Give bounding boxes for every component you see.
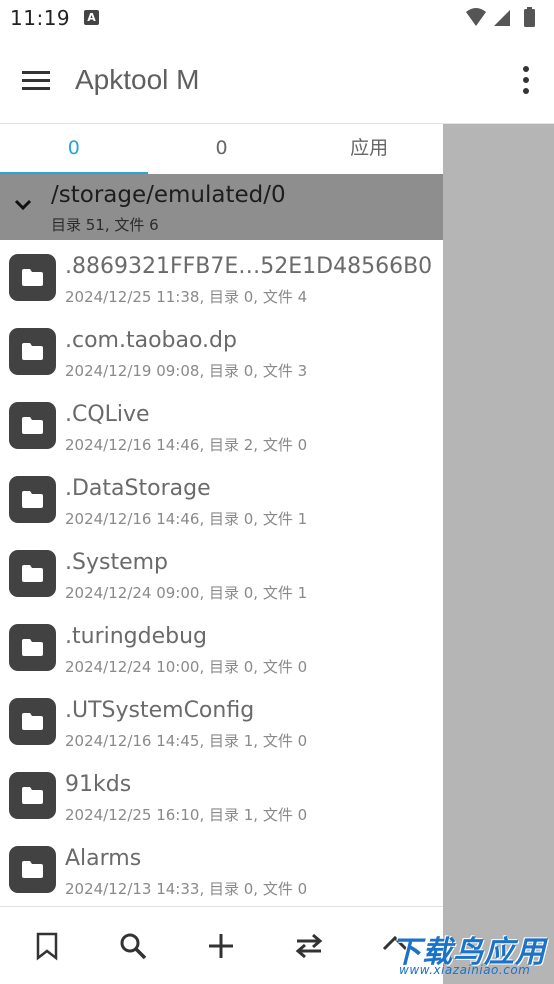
list-item[interactable]: .UTSystemConfig 2024/12/16 14:45, 目录 1, … (0, 684, 443, 758)
notification-icon: A (84, 10, 99, 25)
tab-apps[interactable]: 应用 (295, 124, 443, 174)
list-item[interactable]: .CQLive 2024/12/16 14:46, 目录 2, 文件 0 (0, 388, 443, 462)
app-title: Apktool M (75, 64, 200, 95)
battery-icon (524, 9, 535, 27)
folder-icon (9, 772, 56, 819)
status-bar: 11:19 A (0, 0, 554, 38)
folder-icon (9, 624, 56, 671)
folder-icon (9, 328, 56, 375)
file-name: .turingdebug (65, 624, 208, 649)
wifi-icon (466, 8, 486, 26)
file-name: 91kds (65, 772, 132, 797)
add-icon[interactable] (206, 931, 236, 961)
list-item[interactable]: .Systemp 2024/12/24 09:00, 目录 0, 文件 1 (0, 536, 443, 610)
bookmark-icon[interactable] (32, 931, 62, 961)
file-name: .com.taobao.dp (65, 328, 237, 353)
file-name: .Systemp (65, 550, 168, 575)
list-item[interactable]: 91kds 2024/12/25 16:10, 目录 1, 文件 0 (0, 758, 443, 832)
tab-first[interactable]: 0 (0, 124, 148, 176)
bottom-toolbar (0, 906, 443, 984)
folder-icon (9, 846, 56, 893)
file-name: .UTSystemConfig (65, 698, 255, 723)
tab-second[interactable]: 0 (148, 124, 296, 174)
status-time: 11:19 (10, 6, 71, 30)
file-list: .8869321FFB7E…52E1D48566B0 2024/12/25 11… (0, 240, 443, 906)
signal-icon (494, 10, 510, 26)
folder-icon (9, 254, 56, 301)
file-meta: 2024/12/25 16:10, 目录 1, 文件 0 (65, 806, 308, 824)
file-meta: 2024/12/13 14:33, 目录 0, 文件 0 (65, 880, 308, 898)
path-header[interactable]: /storage/emulated/0 目录 51, 文件 6 (0, 174, 443, 240)
path-summary: 目录 51, 文件 6 (51, 216, 159, 234)
more-vert-icon[interactable] (520, 64, 532, 96)
watermark-url: www.xiazainiao.com (399, 963, 531, 977)
file-meta: 2024/12/24 10:00, 目录 0, 文件 0 (65, 658, 308, 676)
tab-bar: 0 0 应用 (0, 124, 443, 176)
file-meta: 2024/12/16 14:46, 目录 0, 文件 1 (65, 510, 308, 528)
file-name: .8869321FFB7E…52E1D48566B0 (65, 254, 433, 279)
file-meta: 2024/12/25 11:38, 目录 0, 文件 4 (65, 288, 308, 306)
file-meta: 2024/12/16 14:45, 目录 1, 文件 0 (65, 732, 308, 750)
folder-icon (9, 476, 56, 523)
folder-icon (9, 698, 56, 745)
list-item[interactable]: .DataStorage 2024/12/16 14:46, 目录 0, 文件 … (0, 462, 443, 536)
file-name: .CQLive (65, 402, 150, 427)
hamburger-menu-icon[interactable] (20, 66, 54, 96)
watermark-logo: 下载鸟应用 www.xiazainiao.com (385, 925, 554, 981)
current-path: /storage/emulated/0 (51, 182, 286, 208)
screen: 11:19 A Apktool M 0 0 应用 /storage/emulat… (0, 0, 554, 984)
file-meta: 2024/12/19 09:08, 目录 0, 文件 3 (65, 362, 308, 380)
file-name: Alarms (65, 846, 142, 871)
search-icon[interactable] (118, 931, 148, 961)
status-icons (466, 7, 535, 27)
chevron-down-icon[interactable] (14, 198, 32, 212)
list-item[interactable]: Alarms 2024/12/13 14:33, 目录 0, 文件 0 (0, 832, 443, 906)
app-bar: Apktool M (0, 38, 554, 124)
swap-icon[interactable] (294, 931, 324, 961)
list-item[interactable]: .8869321FFB7E…52E1D48566B0 2024/12/25 11… (0, 240, 443, 314)
list-item[interactable]: .com.taobao.dp 2024/12/19 09:08, 目录 0, 文… (0, 314, 443, 388)
folder-icon (9, 402, 56, 449)
list-item[interactable]: .turingdebug 2024/12/24 10:00, 目录 0, 文件 … (0, 610, 443, 684)
side-pane[interactable] (443, 124, 554, 984)
file-meta: 2024/12/24 09:00, 目录 0, 文件 1 (65, 584, 308, 602)
folder-icon (9, 550, 56, 597)
file-name: .DataStorage (65, 476, 211, 501)
file-meta: 2024/12/16 14:46, 目录 2, 文件 0 (65, 436, 308, 454)
